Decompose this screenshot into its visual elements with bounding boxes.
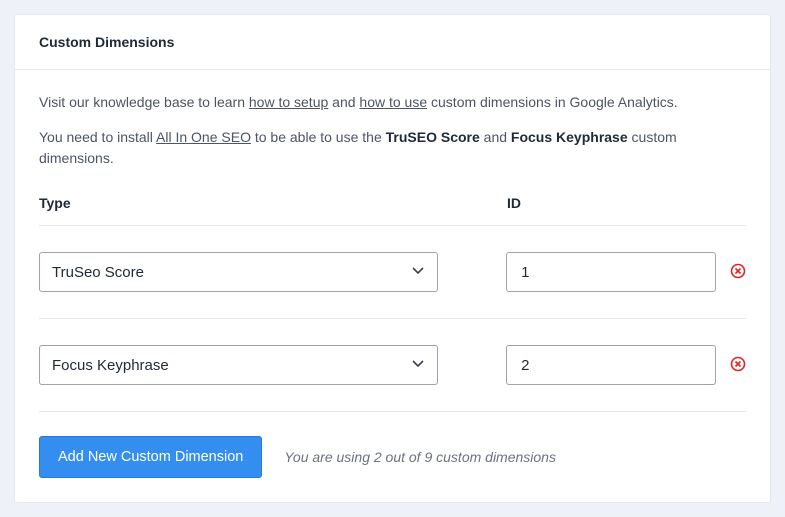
strong-truseo-score: TruSEO Score: [386, 129, 480, 145]
close-circle-icon: [730, 356, 746, 375]
panel-title: Custom Dimensions: [39, 34, 746, 50]
panel-body: Visit our knowledge base to learn how to…: [15, 70, 770, 502]
custom-dimensions-panel: Custom Dimensions Visit our knowledge ba…: [14, 14, 771, 503]
link-how-to-setup[interactable]: how to setup: [249, 94, 328, 110]
add-new-custom-dimension-button[interactable]: Add New Custom Dimension: [39, 436, 262, 478]
type-select[interactable]: TruSeo Score: [39, 252, 438, 292]
dimension-row: TruSeo Score: [39, 226, 746, 319]
close-circle-icon: [730, 263, 746, 282]
type-select-value: TruSeo Score: [52, 264, 144, 281]
type-select[interactable]: Focus Keyphrase: [39, 345, 438, 385]
intro-line-1: Visit our knowledge base to learn how to…: [39, 92, 746, 113]
intro-line-2: You need to install All In One SEO to be…: [39, 127, 746, 169]
dimension-row: Focus Keyphrase: [39, 319, 746, 412]
type-select-value: Focus Keyphrase: [52, 357, 169, 374]
panel-header: Custom Dimensions: [15, 15, 770, 70]
id-input[interactable]: [506, 345, 716, 385]
type-select-wrap: Focus Keyphrase: [39, 345, 438, 385]
link-all-in-one-seo[interactable]: All In One SEO: [156, 129, 251, 145]
footer-row: Add New Custom Dimension You are using 2…: [39, 412, 746, 478]
link-how-to-use[interactable]: how to use: [359, 94, 427, 110]
usage-text: You are using 2 out of 9 custom dimensio…: [284, 449, 556, 465]
strong-focus-keyphrase: Focus Keyphrase: [511, 129, 628, 145]
type-select-wrap: TruSeo Score: [39, 252, 438, 292]
delete-row-button[interactable]: [716, 356, 746, 375]
column-header-type: Type: [39, 195, 507, 211]
table-header: Type ID: [39, 183, 746, 226]
column-header-id: ID: [507, 195, 717, 211]
id-input[interactable]: [506, 252, 716, 292]
delete-row-button[interactable]: [716, 263, 746, 282]
